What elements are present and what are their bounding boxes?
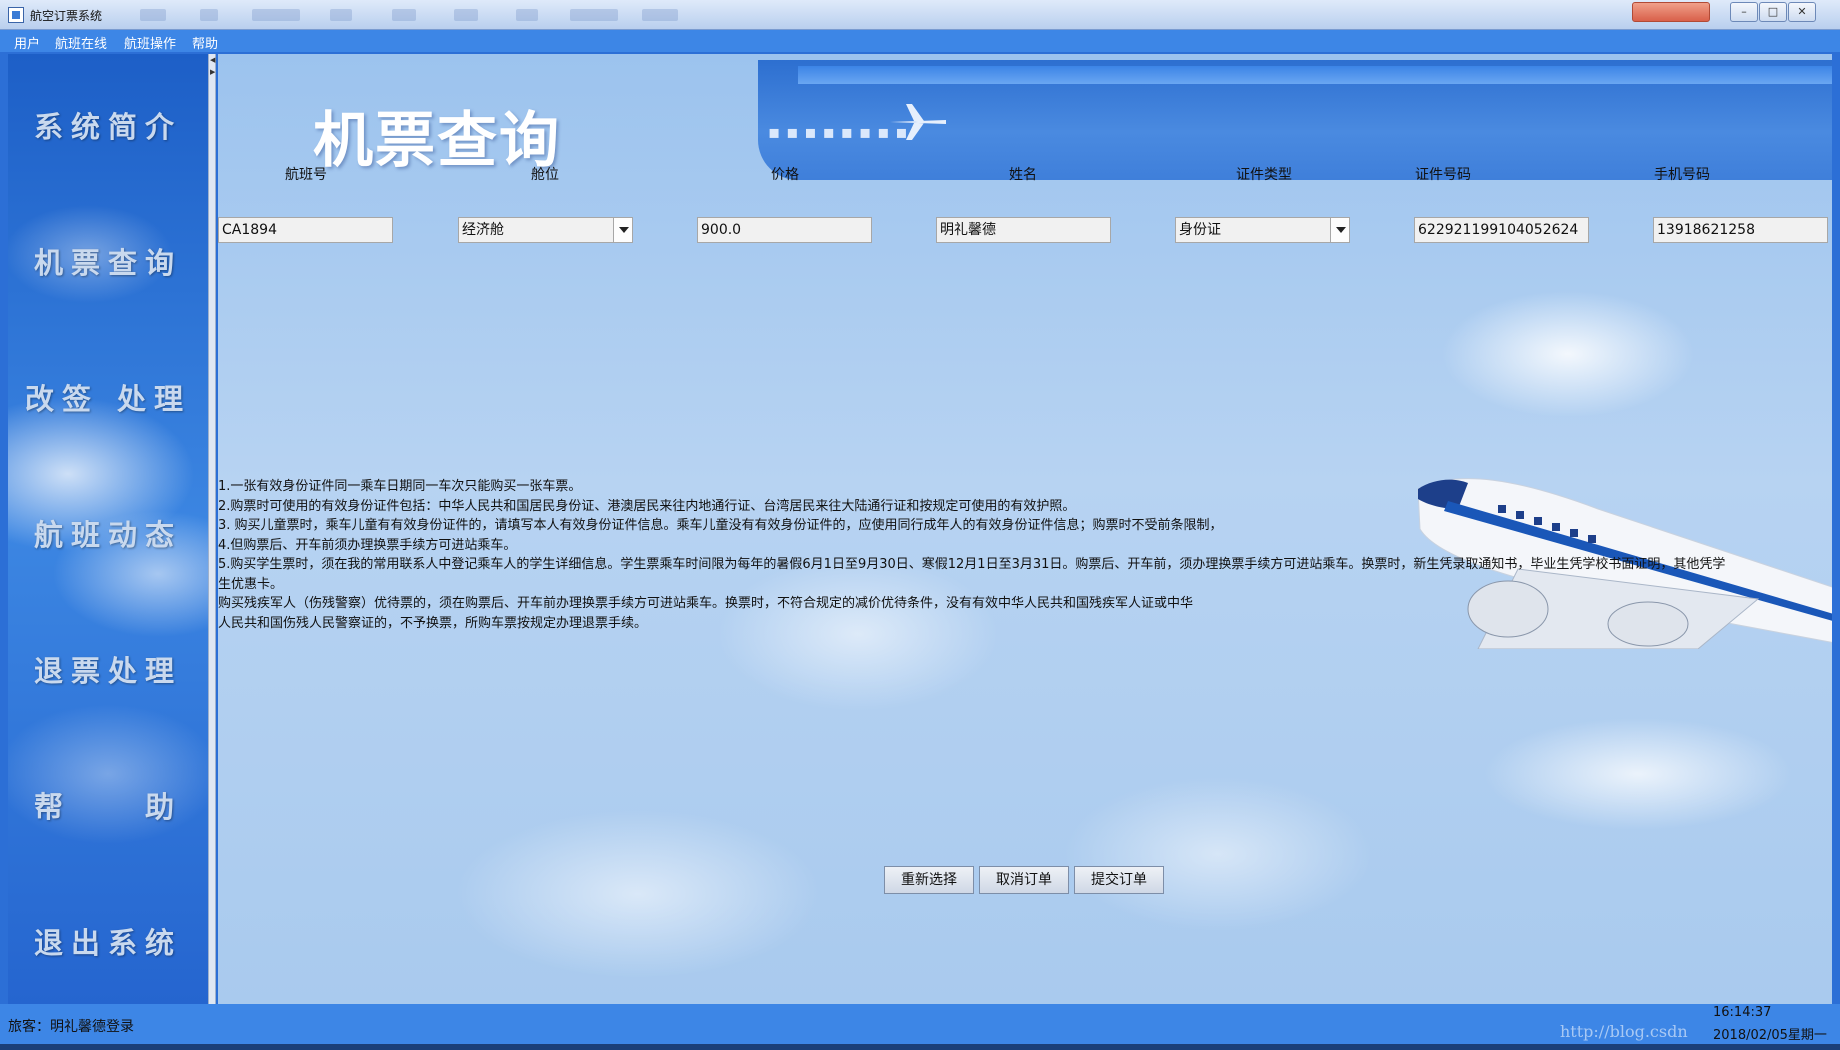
page-title: 机票查询 (313, 106, 561, 176)
sidebar-item-help[interactable]: 帮 助 (8, 784, 208, 826)
sidebar-item-exit[interactable]: 退出系统 (8, 920, 208, 962)
label-flight-no: 航班号 (285, 167, 327, 183)
banner-plane-icon (890, 104, 946, 140)
clock-date: 2018/02/05星期一 (1713, 1028, 1827, 1043)
ghost-tab (570, 9, 618, 21)
ghost-tab (140, 9, 166, 21)
ghost-tab (516, 9, 538, 21)
title-bar: 航空订票系统 – □ ✕ (0, 0, 1840, 30)
expand-right-icon[interactable]: ▶ (210, 68, 215, 76)
notice-line: 3. 购买儿童票时，乘车儿童有有效身份证件的，请填写本人有效身份证件信息。乘车儿… (218, 518, 1223, 533)
ghost-tab (454, 9, 478, 21)
sidebar: 系统简介 机票查询 改签 处理 航班动态 退票处理 帮 助 退出系统 (8, 54, 208, 1004)
watermark: http://blog.csdn (1560, 1022, 1688, 1041)
login-status: 旅客：明礼馨德登录 (8, 1019, 134, 1035)
ghost-tab (200, 9, 218, 21)
id-type-select[interactable]: 身份证 (1175, 217, 1350, 243)
notice-text: 1.一张有效身份证件同一乘车日期同一车次只能购买一张车票。 2.购票时可使用的有… (218, 477, 1832, 633)
sidebar-item-rebook[interactable]: 改签 处理 (8, 376, 208, 418)
id-type-select-value: 身份证 (1179, 222, 1221, 238)
notice-line: 5.购买学生票时，须在我的常用联系人中登记乘车人的学生详细信息。学生票乘车时间限… (218, 557, 1726, 572)
ghost-tab (330, 9, 352, 21)
notice-line: 2.购票时可使用的有效身份证件包括：中华人民共和国居民身份证、港澳居民来往内地通… (218, 498, 1076, 514)
splitter-handle[interactable]: ◀ ▶ (208, 54, 216, 1004)
maximize-button[interactable]: □ (1759, 2, 1787, 22)
cancel-order-button[interactable]: 取消订单 (979, 866, 1069, 894)
sidebar-item-intro[interactable]: 系统简介 (8, 104, 208, 146)
app-icon (8, 7, 24, 23)
menu-item-flight-online[interactable]: 航班在线 (55, 33, 107, 52)
submit-order-button[interactable]: 提交订单 (1074, 866, 1164, 894)
close-button[interactable]: ✕ (1788, 2, 1816, 22)
label-id-type: 证件类型 (1236, 167, 1292, 183)
minimize-button[interactable]: – (1730, 2, 1758, 22)
notice-line: 1.一张有效身份证件同一乘车日期同一车次只能购买一张车票。 (218, 479, 582, 494)
label-cabin: 舱位 (531, 167, 559, 183)
ghost-tab (252, 9, 300, 21)
phone-input[interactable]: 13918621258 (1653, 217, 1828, 243)
main-panel: ▪▪▪▪▪▪▪▪ 机票查询 航班号 舱位 价格 姓名 证件类型 证件号码 手机号… (218, 54, 1832, 1004)
chevron-down-icon[interactable] (1330, 218, 1349, 242)
menu-item-user[interactable]: 用户 (14, 33, 40, 52)
banner-strip: ▪▪▪▪▪▪▪▪ (758, 60, 1832, 180)
collapse-left-icon[interactable]: ◀ (210, 56, 215, 64)
label-price: 价格 (771, 167, 799, 183)
clock-time: 16:14:37 (1713, 1005, 1772, 1020)
taskbar (0, 1044, 1840, 1050)
label-id-number: 证件号码 (1415, 167, 1471, 183)
cabin-select[interactable]: 经济舱 (458, 217, 633, 243)
ghost-tab (642, 9, 678, 21)
sidebar-item-ticket-query[interactable]: 机票查询 (8, 240, 208, 282)
ghost-tab (392, 9, 416, 21)
reset-button[interactable]: 重新选择 (884, 866, 974, 894)
window-title: 航空订票系统 (30, 9, 103, 23)
flight-no-input[interactable]: CA1894 (218, 217, 393, 243)
menu-item-help[interactable]: 帮助 (192, 33, 218, 52)
id-number-input[interactable]: 622921199104052624 (1414, 217, 1589, 243)
price-input[interactable]: 900.0 (697, 217, 872, 243)
menu-item-flight-ops[interactable]: 航班操作 (124, 33, 176, 52)
notice-line: 人民共和国伤残人民警察证的，不予换票，所购车票按规定办理退票手续。 (218, 615, 648, 631)
name-input[interactable]: 明礼馨德 (936, 217, 1111, 243)
notice-line: 生优惠卡。 (218, 576, 284, 592)
menu-bar: 用户 航班在线 航班操作 帮助 (0, 30, 1840, 52)
label-name: 姓名 (1009, 167, 1037, 183)
close-ghost-button (1632, 2, 1710, 22)
notice-line: 4.但购票后、开车前须办理换票手续方可进站乘车。 (218, 537, 517, 553)
notice-line: 购买残疾军人（伤残警察）优待票的，须在购票后、开车前办理换票手续方可进站乘车。换… (218, 596, 1194, 611)
banner-highlight (798, 66, 1832, 84)
cabin-select-value: 经济舱 (462, 222, 504, 238)
label-phone: 手机号码 (1654, 167, 1710, 183)
chevron-down-icon[interactable] (613, 218, 632, 242)
sidebar-item-flight-status[interactable]: 航班动态 (8, 512, 208, 554)
sidebar-item-refund[interactable]: 退票处理 (8, 648, 208, 690)
